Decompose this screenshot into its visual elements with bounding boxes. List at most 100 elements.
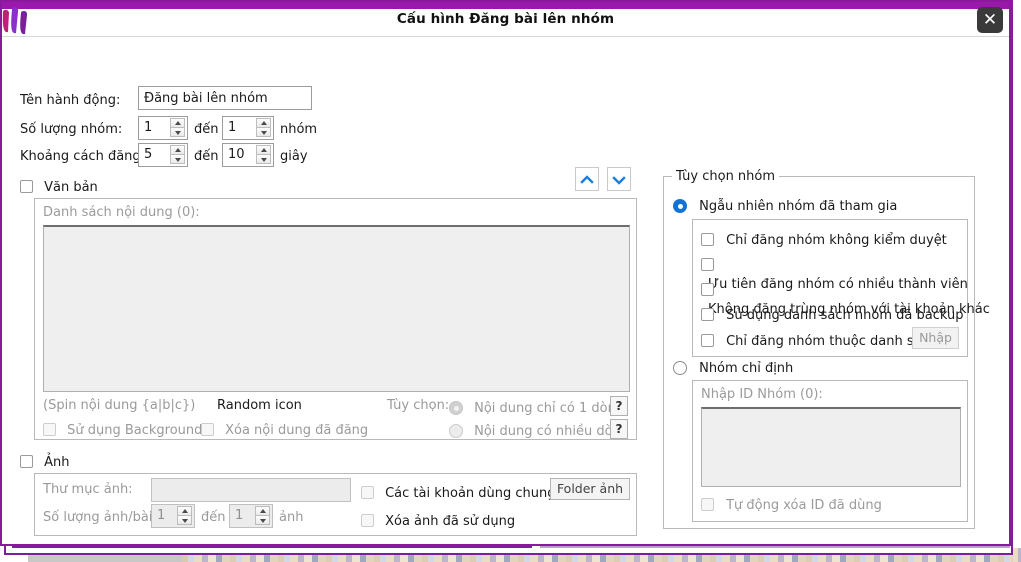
action-name-input[interactable] [138, 86, 312, 110]
dialog-titlebar: Cấu hình Đăng bài lên nhóm ✕ [2, 2, 1009, 37]
image-count-to-value: 1 [235, 508, 243, 523]
interval-label: Khoảng cách đăng: [20, 149, 145, 164]
delete-posted-label: Xóa nội dung đã đăng [225, 423, 368, 438]
chevron-up-icon [580, 175, 594, 185]
auto-delete-used-id-option[interactable]: Tự động xóa ID đã dùng [701, 494, 882, 513]
image-count-unit: ảnh [279, 510, 303, 525]
option-multi-line-radio-row[interactable]: Nội dung có nhiều dòng [449, 420, 629, 439]
dialog-title: Cấu hình Đăng bài lên nhóm [2, 11, 1009, 27]
image-section-checkbox[interactable] [20, 455, 33, 468]
mode-specific-label: Nhóm chỉ định [699, 361, 793, 376]
mode-specific-radio-row[interactable]: Nhóm chỉ định [673, 357, 793, 376]
option-no-moderation[interactable]: Chỉ đăng nhóm không kiểm duyệt [701, 229, 947, 248]
background-outer-frame [1011, 0, 1021, 562]
image-count-from-arrows[interactable] [177, 506, 192, 526]
option-use-backup-list[interactable]: Sử dụng danh sách nhóm đã backup [701, 304, 963, 323]
interval-from-value: 5 [144, 147, 152, 162]
group-count-from-arrows[interactable] [170, 118, 185, 138]
delete-used-images-checkbox[interactable] [361, 514, 374, 527]
move-down-button[interactable] [607, 167, 631, 191]
interval-unit: giây [280, 149, 308, 164]
option-use-backup-list-label: Sử dụng danh sách nhóm đã backup [726, 308, 963, 323]
image-folder-input[interactable] [151, 478, 351, 502]
group-count-connector: đến [194, 122, 219, 137]
spinner-down-icon[interactable] [170, 154, 185, 164]
shared-images-checkbox[interactable] [361, 486, 374, 499]
delete-used-images-option[interactable]: Xóa ảnh đã sử dụng [361, 510, 515, 529]
interval-connector: đến [194, 149, 219, 164]
interval-to-stepper[interactable]: 10 [222, 143, 274, 167]
mode-specific-radio[interactable] [673, 361, 687, 375]
use-background-label: Sử dụng Background [67, 423, 202, 438]
add-button[interactable]: Thêm [405, 544, 498, 546]
group-count-to-arrows[interactable] [256, 118, 271, 138]
option-only-listed-groups-label: Chỉ đăng nhóm thuộc danh sách: [726, 334, 941, 349]
spinner-down-icon[interactable] [256, 154, 271, 164]
image-folder-label: Thư mục ảnh: [43, 482, 133, 497]
random-options-panel: Chỉ đăng nhóm không kiểm duyệt Ưu tiên đ… [692, 219, 968, 357]
image-count-from-stepper[interactable]: 1 [151, 504, 195, 528]
use-background-option[interactable]: Sử dụng Background [43, 419, 202, 438]
interval-to-value: 10 [228, 147, 245, 162]
option-only-listed-groups[interactable]: Chỉ đăng nhóm thuộc danh sách: [701, 330, 941, 349]
image-panel: Thư mục ảnh: Các tài khoản dùng chung ản… [34, 473, 637, 536]
spinner-down-icon[interactable] [256, 127, 271, 137]
auto-delete-used-id-checkbox[interactable] [701, 498, 714, 511]
chevron-down-icon [612, 175, 626, 185]
text-section-toggle[interactable]: Văn bản [20, 176, 98, 195]
spinner-down-icon[interactable] [177, 515, 192, 525]
image-count-to-stepper[interactable]: 1 [229, 504, 273, 528]
interval-from-stepper[interactable]: 5 [138, 143, 188, 167]
image-folder-button[interactable]: Folder ảnh [550, 478, 630, 500]
option-single-line-radio-row[interactable]: Nội dung chỉ có 1 dòng [449, 397, 624, 416]
action-name-label: Tên hành động: [20, 93, 120, 108]
delete-used-images-label: Xóa ảnh đã sử dụng [385, 514, 515, 529]
group-options-legend: Tùy chọn nhóm [672, 169, 779, 184]
option-single-line-radio[interactable] [449, 401, 463, 415]
option-multi-line-radio[interactable] [449, 424, 463, 438]
random-icon-label: Random icon [217, 398, 302, 413]
content-listbox[interactable] [43, 225, 630, 392]
content-list-title: Danh sách nội dung (0): [43, 205, 200, 220]
group-count-to-stepper[interactable]: 1 [222, 116, 274, 140]
specific-groups-panel: Nhập ID Nhóm (0): Tự động xóa ID đã dùng [692, 380, 968, 522]
mode-random-radio-row[interactable]: Ngẫu nhiên nhóm đã tham gia [673, 195, 897, 214]
group-count-from-value: 1 [144, 120, 152, 135]
text-section-checkbox[interactable] [20, 180, 33, 193]
move-up-button[interactable] [575, 167, 599, 191]
option-only-listed-groups-checkbox[interactable] [701, 334, 714, 347]
single-line-help-button[interactable]: ? [610, 396, 628, 416]
text-options-label: Tùy chọn: [387, 398, 449, 413]
screen: Cấu hình Đăng bài lên nhóm ✕ Tên hành độ… [0, 0, 1021, 562]
auto-delete-used-id-label: Tự động xóa ID đã dùng [726, 498, 882, 513]
group-id-listbox[interactable] [701, 407, 961, 487]
mode-random-radio[interactable] [673, 199, 687, 213]
group-count-to-value: 1 [228, 120, 236, 135]
image-count-to-arrows[interactable] [255, 506, 270, 526]
option-use-backup-list-checkbox[interactable] [701, 308, 714, 321]
group-count-from-stepper[interactable]: 1 [138, 116, 188, 140]
interval-from-arrows[interactable] [170, 145, 185, 165]
image-section-label: Ảnh [44, 455, 69, 470]
use-background-checkbox[interactable] [43, 423, 56, 436]
delete-posted-option[interactable]: Xóa nội dung đã đăng [201, 419, 368, 438]
spinner-down-icon[interactable] [170, 127, 185, 137]
multi-line-help-button[interactable]: ? [610, 419, 628, 439]
image-section-toggle[interactable]: Ảnh [20, 451, 69, 470]
group-count-unit: nhóm [280, 122, 317, 137]
group-id-list-title: Nhập ID Nhóm (0): [701, 387, 823, 402]
interval-to-arrows[interactable] [256, 145, 271, 165]
option-prefer-large-groups-checkbox[interactable] [701, 258, 714, 271]
image-count-connector: đến [201, 510, 226, 525]
dialog-body: Tên hành động: Số lượng nhóm: 1 đến 1 nh… [2, 37, 1009, 545]
image-count-from-value: 1 [157, 508, 165, 523]
close-dialog-button[interactable]: Đóng [503, 544, 598, 546]
close-button[interactable]: ✕ [977, 7, 1003, 33]
import-group-list-button[interactable]: Nhập [912, 327, 959, 349]
option-no-duplicate-groups-checkbox[interactable] [701, 283, 714, 296]
option-no-moderation-checkbox[interactable] [701, 233, 714, 246]
text-section-label: Văn bản [44, 180, 98, 195]
spinner-down-icon[interactable] [255, 515, 270, 525]
delete-posted-checkbox[interactable] [201, 423, 214, 436]
mode-random-label: Ngẫu nhiên nhóm đã tham gia [699, 199, 897, 214]
